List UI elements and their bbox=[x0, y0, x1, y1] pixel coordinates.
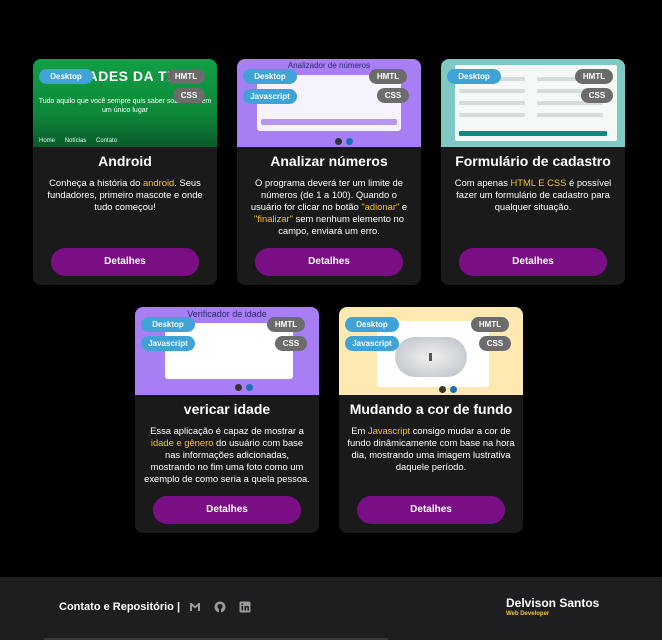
linkedin-icon bbox=[449, 386, 457, 393]
details-button[interactable]: Detalhes bbox=[459, 248, 607, 276]
thumb-nav-item: Notícias bbox=[64, 138, 87, 144]
badge-html: HMTL bbox=[167, 69, 205, 84]
card-description: Essa aplicação é capaz de mostrar a idad… bbox=[144, 425, 310, 484]
badge-html: HMTL bbox=[267, 317, 305, 332]
details-button[interactable]: Detalhes bbox=[357, 496, 505, 524]
thumb-social-icons bbox=[233, 384, 253, 391]
badge-desktop: Desktop bbox=[345, 317, 399, 332]
badge-css: CSS bbox=[581, 88, 613, 103]
github-icon bbox=[235, 384, 242, 391]
badge-css: CSS bbox=[479, 336, 511, 351]
card-description: O programa deverá ter um limite de númer… bbox=[250, 177, 408, 236]
badge-css: CSS bbox=[275, 336, 307, 351]
github-icon[interactable] bbox=[214, 601, 226, 613]
badge-html: HMTL bbox=[369, 69, 407, 84]
badge-javascript: Javascript bbox=[243, 89, 297, 104]
thumb-send-bar bbox=[459, 131, 607, 136]
linkedin-icon bbox=[345, 138, 353, 145]
details-button[interactable]: Detalhes bbox=[51, 248, 199, 276]
project-card-verificar-idade: Verificador de idade Desktop Javascript … bbox=[135, 307, 319, 533]
badge-javascript: Javascript bbox=[141, 336, 195, 351]
linkedin-icon bbox=[245, 384, 253, 391]
details-button[interactable]: Detalhes bbox=[153, 496, 301, 524]
badge-desktop: Desktop bbox=[447, 69, 501, 84]
developer-name: Delvison Santos bbox=[506, 596, 600, 610]
badge-desktop: Desktop bbox=[39, 69, 93, 84]
thumb-nav: Home Notícias Contato bbox=[39, 138, 125, 144]
thumb-nav-item: Contato bbox=[96, 138, 118, 144]
developer-role: Web Developer bbox=[506, 611, 550, 617]
project-card-mudando-cor: Desktop Javascript HMTL CSS Mudando a co… bbox=[339, 307, 523, 533]
linkedin-icon[interactable] bbox=[239, 601, 251, 613]
contact-label: Contato e Repositório | bbox=[59, 601, 181, 613]
github-icon bbox=[335, 138, 342, 145]
card-title: Mudando a cor de fundo bbox=[349, 401, 513, 417]
thumb-nav-item: Home bbox=[39, 138, 56, 144]
card-title: Android bbox=[98, 153, 152, 169]
footer: Contato e Repositório | Delvison Santos … bbox=[0, 577, 662, 640]
card-title: Formulário de cadastro bbox=[455, 153, 611, 169]
badge-desktop: Desktop bbox=[243, 69, 297, 84]
badge-css: CSS bbox=[173, 88, 205, 103]
details-button[interactable]: Detalhes bbox=[255, 248, 403, 276]
thumb-person-figure bbox=[429, 353, 432, 361]
card-description: Com apenas HTML E CSS é possível fazer u… bbox=[454, 177, 612, 212]
card-title: Analizar números bbox=[270, 153, 388, 169]
gmail-icon[interactable] bbox=[189, 601, 201, 613]
thumb-social-icons bbox=[437, 386, 457, 393]
badge-html: HMTL bbox=[575, 69, 613, 84]
project-card-android: DADES DA TEC Tudo aquilo que você sempre… bbox=[33, 59, 217, 285]
project-card-formulario: Desktop HMTL CSS Formulário de cadastro … bbox=[441, 59, 625, 285]
badge-css: CSS bbox=[377, 88, 409, 103]
card-description: Em Javascript consigo mudar a cor de fun… bbox=[347, 425, 515, 472]
badge-javascript: Javascript bbox=[345, 336, 399, 351]
github-icon bbox=[439, 386, 446, 393]
thumb-social-icons bbox=[333, 138, 353, 145]
badge-desktop: Desktop bbox=[141, 317, 195, 332]
card-description: Conheça a história do android. Seus fund… bbox=[47, 177, 203, 212]
project-card-analizar-numeros: Analizador de números Desktop Javascript… bbox=[237, 59, 421, 285]
badge-html: HMTL bbox=[471, 317, 509, 332]
card-title: vericar idade bbox=[183, 401, 271, 417]
